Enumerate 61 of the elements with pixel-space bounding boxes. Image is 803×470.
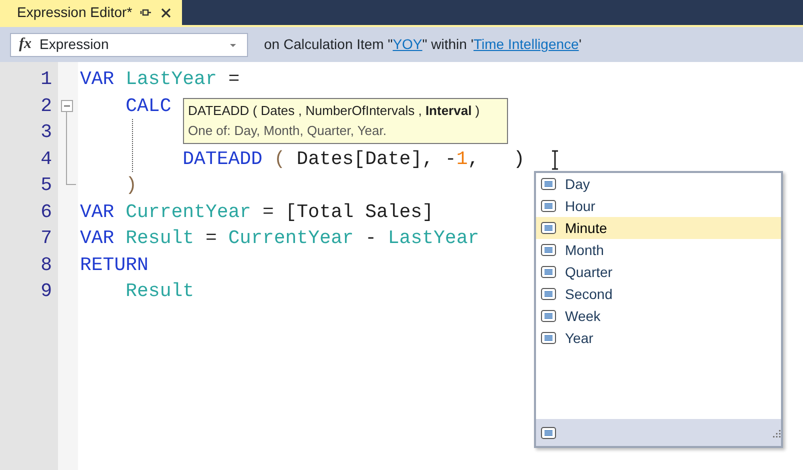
code-variable: CurrentYear xyxy=(228,227,354,249)
document-tab[interactable]: Expression Editor* xyxy=(0,0,182,25)
dropdown-value: Expression xyxy=(40,35,110,54)
calculation-item-link[interactable]: YOY xyxy=(392,36,422,52)
completion-item[interactable]: Week xyxy=(536,305,781,327)
code-keyword: VAR xyxy=(80,200,114,222)
table-link[interactable]: Time Intelligence xyxy=(474,36,579,52)
line-number: 6 xyxy=(40,200,53,224)
line-number: 7 xyxy=(40,226,53,251)
parameter-description: One of: Day, Month, Quarter, Year. xyxy=(188,122,388,140)
line-number: 3 xyxy=(40,120,53,145)
code-plain: Dates[Date], - xyxy=(296,148,456,170)
function-icon: fx xyxy=(19,33,32,56)
code-plain: - xyxy=(365,227,376,249)
code-paren: ) xyxy=(126,174,138,196)
code-keyword: VAR xyxy=(80,68,114,90)
enum-value-icon xyxy=(540,221,557,235)
code-variable: LastYear xyxy=(388,227,480,249)
completion-item[interactable]: Day xyxy=(536,173,781,195)
code-number: 1 xyxy=(456,148,468,170)
code-variable: Result xyxy=(126,280,194,302)
code-plain: = xyxy=(205,227,217,249)
code-plain: = [Total Sales] xyxy=(262,200,434,222)
line-number: 2 xyxy=(40,94,53,118)
code-variable: Result xyxy=(126,227,194,249)
code-variable: LastYear xyxy=(126,68,217,90)
completion-item[interactable]: Minute xyxy=(536,217,781,239)
completion-item[interactable]: Hour xyxy=(536,195,781,217)
code-keyword: CALC xyxy=(126,94,172,116)
enum-value-icon xyxy=(540,287,557,301)
code-plain: , ) xyxy=(468,148,525,170)
text-cursor-icon xyxy=(549,150,561,170)
enum-value-icon xyxy=(540,177,557,191)
enum-filter-icon[interactable] xyxy=(540,426,557,440)
code-paren: ( xyxy=(274,148,286,170)
enum-value-icon xyxy=(540,243,557,257)
enum-value-icon xyxy=(540,265,557,279)
resize-grip-icon xyxy=(771,428,781,438)
pin-icon[interactable] xyxy=(140,6,152,18)
line-number: 8 xyxy=(40,252,53,278)
completion-item[interactable]: Quarter xyxy=(536,261,781,283)
enum-value-icon xyxy=(540,309,557,323)
completion-item[interactable]: Second xyxy=(536,283,781,305)
code-plain: = xyxy=(228,68,240,90)
property-dropdown[interactable]: fx Expression xyxy=(10,32,248,56)
code-variable: CurrentYear xyxy=(126,200,252,222)
completion-item[interactable]: Month xyxy=(536,239,781,261)
context-text: on Calculation Item "YOY" within 'Time Intelligence' xyxy=(264,35,582,54)
enum-value-icon xyxy=(540,199,557,213)
line-number: 1 xyxy=(40,67,53,92)
completion-item[interactable]: Year xyxy=(536,327,781,349)
line-number: 4 xyxy=(40,146,53,172)
code-keyword: RETURN xyxy=(80,254,148,276)
code-keyword: VAR xyxy=(80,227,114,249)
enum-value-icon xyxy=(540,331,557,345)
function-signature: DATEADD ( Dates , NumberOfIntervals , Interval ) xyxy=(188,102,481,120)
close-icon[interactable] xyxy=(160,6,172,18)
code-keyword: DATEADD xyxy=(182,148,262,170)
tab-title: Expression Editor* xyxy=(17,3,132,22)
line-number: 9 xyxy=(40,279,53,304)
line-number: 5 xyxy=(40,173,53,198)
